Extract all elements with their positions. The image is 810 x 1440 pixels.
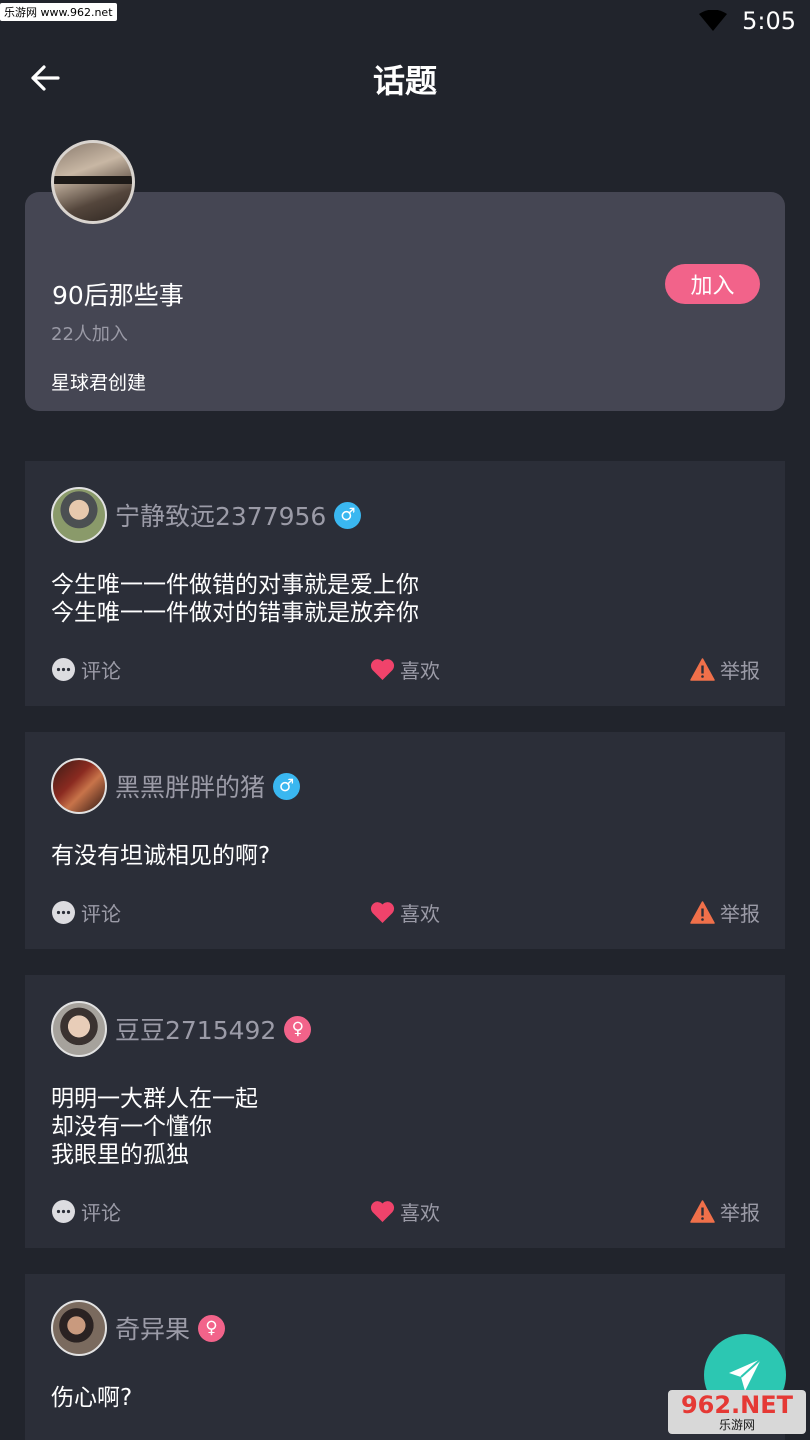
comment-label: 评论 [81, 902, 121, 926]
avatar[interactable] [51, 1300, 107, 1356]
post-line: 我眼里的孤独 [51, 1142, 189, 1168]
avatar[interactable] [51, 1001, 107, 1057]
comment-button[interactable]: 评论 [51, 1197, 121, 1226]
username[interactable]: 奇异果 [115, 1310, 190, 1346]
username[interactable]: 黑黑胖胖的猪 [115, 768, 265, 804]
watermark-bottom: 962.NET 乐游网 [668, 1390, 806, 1434]
post-line: 明明一大群人在一起 [51, 1086, 258, 1112]
like-label: 喜欢 [400, 1201, 440, 1225]
header: 话题 [0, 48, 810, 108]
username[interactable]: 豆豆2715492 [115, 1011, 276, 1047]
comment-button[interactable]: 评论 [51, 655, 121, 684]
report-label: 举报 [720, 902, 760, 926]
heart-icon [370, 659, 395, 680]
report-button[interactable]: 举报 [690, 655, 760, 684]
heart-icon [370, 1201, 395, 1222]
avatar[interactable] [51, 487, 107, 543]
watermark-main: 962.NET [680, 1391, 794, 1419]
username[interactable]: 宁静致远2377956 [115, 497, 326, 533]
comment-icon [52, 658, 75, 681]
post-line: 有没有坦诚相见的啊? [51, 843, 271, 869]
paper-plane-icon [729, 1358, 762, 1391]
post-content: 明明一大群人在一起 却没有一个懂你 我眼里的孤独 [51, 1085, 258, 1169]
post-card[interactable]: 宁静致远2377956 ♂ 今生唯一一件做错的对事就是爱上你 今生唯一一件做对的… [25, 461, 785, 706]
post-content: 伤心啊? [51, 1384, 132, 1412]
post-content: 今生唯一一件做错的对事就是爱上你 今生唯一一件做对的错事就是放弃你 [51, 571, 419, 627]
topic-avatar [51, 140, 135, 224]
watermark-top: 乐游网 www.962.net [0, 3, 117, 21]
like-button[interactable]: 喜欢 [370, 1197, 440, 1226]
report-label: 举报 [720, 659, 760, 683]
topic-member-count: 22人加入 [51, 324, 128, 345]
wifi-icon [699, 10, 728, 31]
status-bar: 5:05 [698, 4, 796, 38]
page-title: 话题 [372, 62, 437, 100]
status-time: 5:05 [742, 7, 796, 35]
warning-icon [690, 1200, 715, 1223]
post-line: 今生唯一一件做对的错事就是放弃你 [51, 600, 419, 626]
post-content: 有没有坦诚相见的啊? [51, 842, 270, 870]
report-button[interactable]: 举报 [690, 898, 760, 927]
post-line: 伤心啊? [51, 1385, 133, 1411]
comment-label: 评论 [81, 1201, 121, 1225]
heart-icon [370, 902, 395, 923]
comment-icon [52, 901, 75, 924]
male-icon: ♂ [334, 501, 362, 529]
avatar[interactable] [51, 758, 107, 814]
male-icon: ♂ [273, 772, 301, 800]
like-button[interactable]: 喜欢 [370, 655, 440, 684]
post-user: 豆豆2715492 ♀ [115, 1011, 312, 1047]
post-user: 奇异果 ♀ [115, 1310, 226, 1346]
like-button[interactable]: 喜欢 [370, 898, 440, 927]
post-line: 今生唯一一件做错的对事就是爱上你 [51, 572, 419, 598]
post-line: 却没有一个懂你 [51, 1114, 212, 1140]
comment-icon [52, 1200, 75, 1223]
topic-card: 90后那些事 22人加入 星球君创建 加入 [25, 192, 785, 411]
join-button[interactable]: 加入 [665, 264, 760, 304]
post-card[interactable]: 豆豆2715492 ♀ 明明一大群人在一起 却没有一个懂你 我眼里的孤独 评论 … [25, 975, 785, 1248]
topic-name: 90后那些事 [52, 281, 184, 310]
warning-icon [690, 658, 715, 681]
watermark-sub: 乐游网 [718, 1418, 755, 1432]
post-user: 黑黑胖胖的猪 ♂ [115, 768, 301, 804]
like-label: 喜欢 [400, 902, 440, 926]
comment-label: 评论 [81, 659, 121, 683]
topic-creator: 星球君创建 [51, 372, 147, 394]
report-label: 举报 [720, 1201, 760, 1225]
post-card[interactable]: 黑黑胖胖的猪 ♂ 有没有坦诚相见的啊? 评论 喜欢 举报 [25, 732, 785, 949]
female-icon: ♀ [198, 1314, 226, 1342]
female-icon: ♀ [284, 1015, 312, 1043]
like-label: 喜欢 [400, 659, 440, 683]
comment-button[interactable]: 评论 [51, 898, 121, 927]
post-user: 宁静致远2377956 ♂ [115, 497, 362, 533]
warning-icon [690, 901, 715, 924]
report-button[interactable]: 举报 [690, 1197, 760, 1226]
